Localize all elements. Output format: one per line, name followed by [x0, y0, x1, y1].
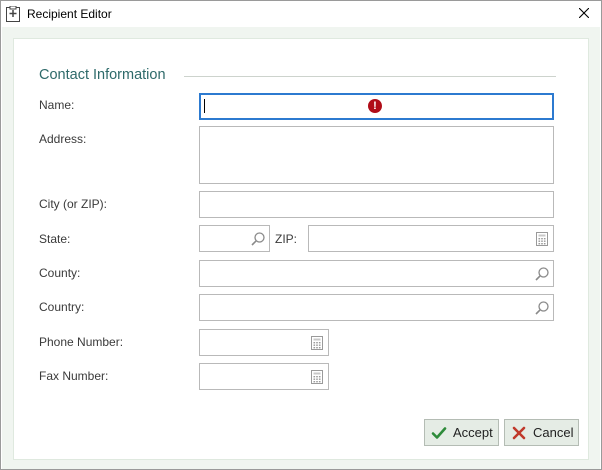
zip-label: ZIP:	[275, 232, 298, 246]
recipient-editor-window: Recipient Editor Contact Information Nam…	[0, 0, 602, 470]
calculator-icon[interactable]	[309, 335, 325, 351]
text-caret	[204, 99, 205, 113]
name-input[interactable]: !	[199, 93, 554, 120]
name-label: Name:	[39, 98, 75, 112]
fax-input[interactable]	[199, 363, 329, 390]
error-icon: !	[368, 99, 382, 113]
dialog-client-area: Contact Information Name: ! Address: Cit…	[2, 27, 600, 469]
close-button[interactable]	[567, 1, 601, 27]
search-icon[interactable]	[534, 266, 550, 282]
country-label: Country:	[39, 300, 85, 314]
contact-panel: Contact Information Name: ! Address: Cit…	[13, 38, 589, 460]
group-divider	[184, 76, 556, 77]
city-label: City (or ZIP):	[39, 197, 107, 211]
form-icon	[6, 5, 20, 22]
cancel-icon	[511, 425, 527, 441]
accept-button[interactable]: Accept	[424, 419, 499, 446]
country-lookup-input[interactable]	[199, 294, 554, 321]
cancel-button[interactable]: Cancel	[504, 419, 579, 446]
state-label: State:	[39, 232, 71, 246]
fax-label: Fax Number:	[39, 369, 109, 383]
group-title: Contact Information	[39, 67, 166, 83]
county-label: County:	[39, 266, 81, 280]
phone-label: Phone Number:	[39, 335, 124, 349]
state-lookup-input[interactable]	[199, 225, 270, 252]
accept-label: Accept	[453, 425, 493, 440]
title-bar: Recipient Editor	[1, 1, 601, 27]
cancel-label: Cancel	[533, 425, 574, 440]
close-icon	[578, 7, 590, 21]
search-icon[interactable]	[534, 300, 550, 316]
search-icon[interactable]	[250, 231, 266, 247]
check-icon	[431, 425, 447, 441]
window-title: Recipient Editor	[27, 7, 112, 21]
calculator-icon[interactable]	[309, 369, 325, 385]
zip-input[interactable]	[308, 225, 554, 252]
county-lookup-input[interactable]	[199, 260, 554, 287]
address-input[interactable]	[199, 126, 554, 184]
phone-input[interactable]	[199, 329, 329, 356]
calculator-icon[interactable]	[534, 231, 550, 247]
city-input[interactable]	[199, 191, 554, 218]
address-label: Address:	[39, 132, 87, 146]
